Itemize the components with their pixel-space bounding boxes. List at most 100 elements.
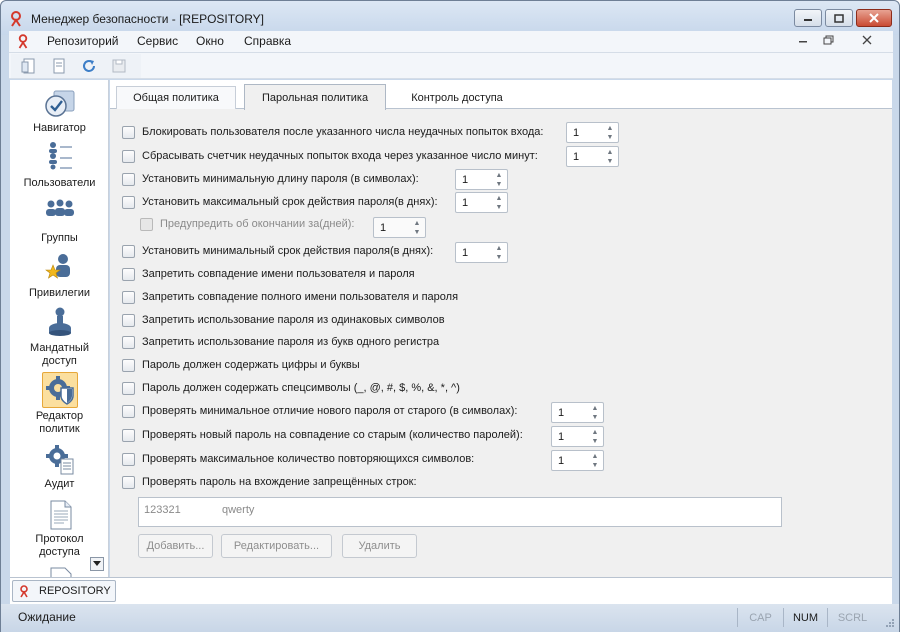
main-panel: Общая политика Парольная политика Контро…: [110, 80, 892, 577]
label-reset-counter-minutes: Сбрасывать счетчик неудачных попыток вхо…: [142, 150, 538, 162]
spinner-value: 1: [380, 222, 387, 234]
checkbox-expiry-warning[interactable]: [140, 218, 153, 231]
status-scrl-indicator: SCRL: [827, 608, 877, 627]
checkbox-forbidden-strings[interactable]: [122, 476, 135, 489]
list-item[interactable]: 123321: [144, 504, 181, 516]
delete-button[interactable]: Удалить: [342, 534, 417, 558]
nav-scroll-down-button[interactable]: [90, 557, 104, 571]
spinner-value: 1: [462, 174, 469, 186]
label-require-special-chars: Пароль должен содержать спецсимволы (_, …: [142, 382, 460, 394]
checkbox-reset-counter-minutes[interactable]: [122, 150, 135, 163]
nav-label-policy-editor-line2: политик: [39, 423, 80, 435]
status-num-indicator: NUM: [783, 608, 827, 627]
list-item[interactable]: qwerty: [222, 504, 254, 516]
spin-down-icon[interactable]: ▼: [606, 134, 614, 141]
label-password-history: Проверять новый пароль на совпадение со …: [142, 429, 523, 441]
status-text: Ожидание: [18, 610, 76, 624]
spinner-expiry-warning[interactable]: 1 ▲ ▼: [373, 217, 426, 238]
spin-down-icon[interactable]: ▼: [413, 229, 421, 236]
checkbox-forbid-single-case[interactable]: [122, 336, 135, 349]
spinner-max-repeated-chars[interactable]: 1 ▲ ▼: [551, 450, 604, 471]
spin-down-icon[interactable]: ▼: [591, 438, 599, 445]
label-expiry-warning: Предупредить об окончании за(дней):: [160, 218, 355, 230]
menu-item-service[interactable]: Сервис: [137, 34, 178, 48]
doc-tab-label: REPOSITORY: [39, 585, 111, 597]
spin-up-icon[interactable]: ▲: [606, 125, 614, 132]
checkbox-require-special-chars[interactable]: [122, 382, 135, 395]
child-window-icon[interactable]: [17, 34, 29, 49]
spinner-max-password-age[interactable]: 1 ▲ ▼: [455, 192, 508, 213]
tab-access-control[interactable]: Контроль доступа: [392, 86, 522, 109]
close-button[interactable]: [856, 9, 892, 27]
checkbox-min-password-length[interactable]: [122, 173, 135, 186]
mdi-restore-button[interactable]: [821, 34, 837, 48]
minimize-button[interactable]: [794, 9, 822, 27]
edit-button[interactable]: Редактировать...: [221, 534, 332, 558]
menu-item-repository[interactable]: Репозиторий: [47, 34, 119, 48]
document-tab-bar: REPOSITORY: [10, 577, 892, 604]
app-window: Менеджер безопасности - [REPOSITORY] Реп…: [0, 0, 900, 632]
checkbox-forbid-username-match[interactable]: [122, 268, 135, 281]
menu-item-help[interactable]: Справка: [244, 34, 291, 48]
refresh-button[interactable]: [79, 57, 99, 75]
spin-up-icon[interactable]: ▲: [495, 195, 503, 202]
navigation-panel: Навигатор Пользователи Группы Привилегии…: [10, 80, 109, 577]
nav-label-policy-editor-line1: Редактор: [35, 410, 84, 422]
nav-label-groups: Группы: [41, 232, 78, 244]
spin-up-icon[interactable]: ▲: [591, 429, 599, 436]
checkbox-forbid-fullname-match[interactable]: [122, 291, 135, 304]
menu-item-window[interactable]: Окно: [196, 34, 224, 48]
spinner-min-difference[interactable]: 1 ▲ ▼: [551, 402, 604, 423]
spin-up-icon[interactable]: ▲: [591, 453, 599, 460]
close-icon: [869, 13, 879, 23]
checkbox-min-difference[interactable]: [122, 405, 135, 418]
new-button[interactable]: [19, 57, 39, 75]
spinner-min-password-age[interactable]: 1 ▲ ▼: [455, 242, 508, 263]
checkbox-max-repeated-chars[interactable]: [122, 453, 135, 466]
checkbox-require-digits-letters[interactable]: [122, 359, 135, 372]
checkbox-forbid-same-chars[interactable]: [122, 314, 135, 327]
spinner-min-password-length[interactable]: 1 ▲ ▼: [455, 169, 508, 190]
checkbox-min-password-age[interactable]: [122, 245, 135, 258]
spin-up-icon[interactable]: ▲: [413, 220, 421, 227]
checkbox-password-history[interactable]: [122, 429, 135, 442]
checkbox-lockout-after-attempts[interactable]: [122, 126, 135, 139]
spin-down-icon[interactable]: ▼: [606, 158, 614, 165]
spin-down-icon[interactable]: ▼: [591, 414, 599, 421]
label-forbid-same-chars: Запретить использование пароля из одинак…: [142, 314, 445, 326]
resize-grip-icon[interactable]: [885, 618, 895, 628]
doc-tab-repository[interactable]: REPOSITORY: [12, 580, 116, 602]
app-logo-icon: [11, 11, 21, 27]
spinner-reset-counter-minutes[interactable]: 1 ▲ ▼: [566, 146, 619, 167]
mandatory-access-icon: [49, 307, 71, 336]
spin-down-icon[interactable]: ▼: [495, 254, 503, 261]
spin-up-icon[interactable]: ▲: [591, 405, 599, 412]
title-bar[interactable]: Менеджер безопасности - [REPOSITORY]: [1, 1, 899, 35]
label-forbid-username-match: Запретить совпадение имени пользователя …: [142, 268, 415, 280]
tab-general-policy[interactable]: Общая политика: [116, 86, 236, 109]
spin-up-icon[interactable]: ▲: [495, 172, 503, 179]
label-min-password-age: Установить минимальный срок действия пар…: [142, 245, 434, 257]
spin-up-icon[interactable]: ▲: [606, 149, 614, 156]
spin-down-icon[interactable]: ▼: [495, 181, 503, 188]
add-button[interactable]: Добавить...: [138, 534, 213, 558]
spinner-value: 1: [573, 151, 580, 163]
mdi-minimize-button[interactable]: [795, 34, 811, 48]
spinner-lockout-after-attempts[interactable]: 1 ▲ ▼: [566, 122, 619, 143]
copy-document-icon: [53, 58, 65, 74]
spin-down-icon[interactable]: ▼: [495, 204, 503, 211]
copy-button[interactable]: [49, 57, 69, 75]
minimize-icon: [804, 19, 812, 21]
checkbox-max-password-age[interactable]: [122, 196, 135, 209]
mdi-close-button[interactable]: [859, 34, 875, 48]
maximize-button[interactable]: [825, 9, 853, 27]
spinner-password-history[interactable]: 1 ▲ ▼: [551, 426, 604, 447]
spin-down-icon[interactable]: ▼: [591, 462, 599, 469]
spin-up-icon[interactable]: ▲: [495, 245, 503, 252]
label-max-password-age: Установить максимальный срок действия па…: [142, 196, 438, 208]
tab-strip: Общая политика Парольная политика Контро…: [110, 80, 892, 110]
close-icon: [862, 35, 872, 45]
tab-password-policy[interactable]: Парольная политика: [244, 84, 386, 110]
forbidden-strings-list[interactable]: 123321 qwerty: [138, 497, 782, 527]
save-button[interactable]: [109, 57, 129, 75]
